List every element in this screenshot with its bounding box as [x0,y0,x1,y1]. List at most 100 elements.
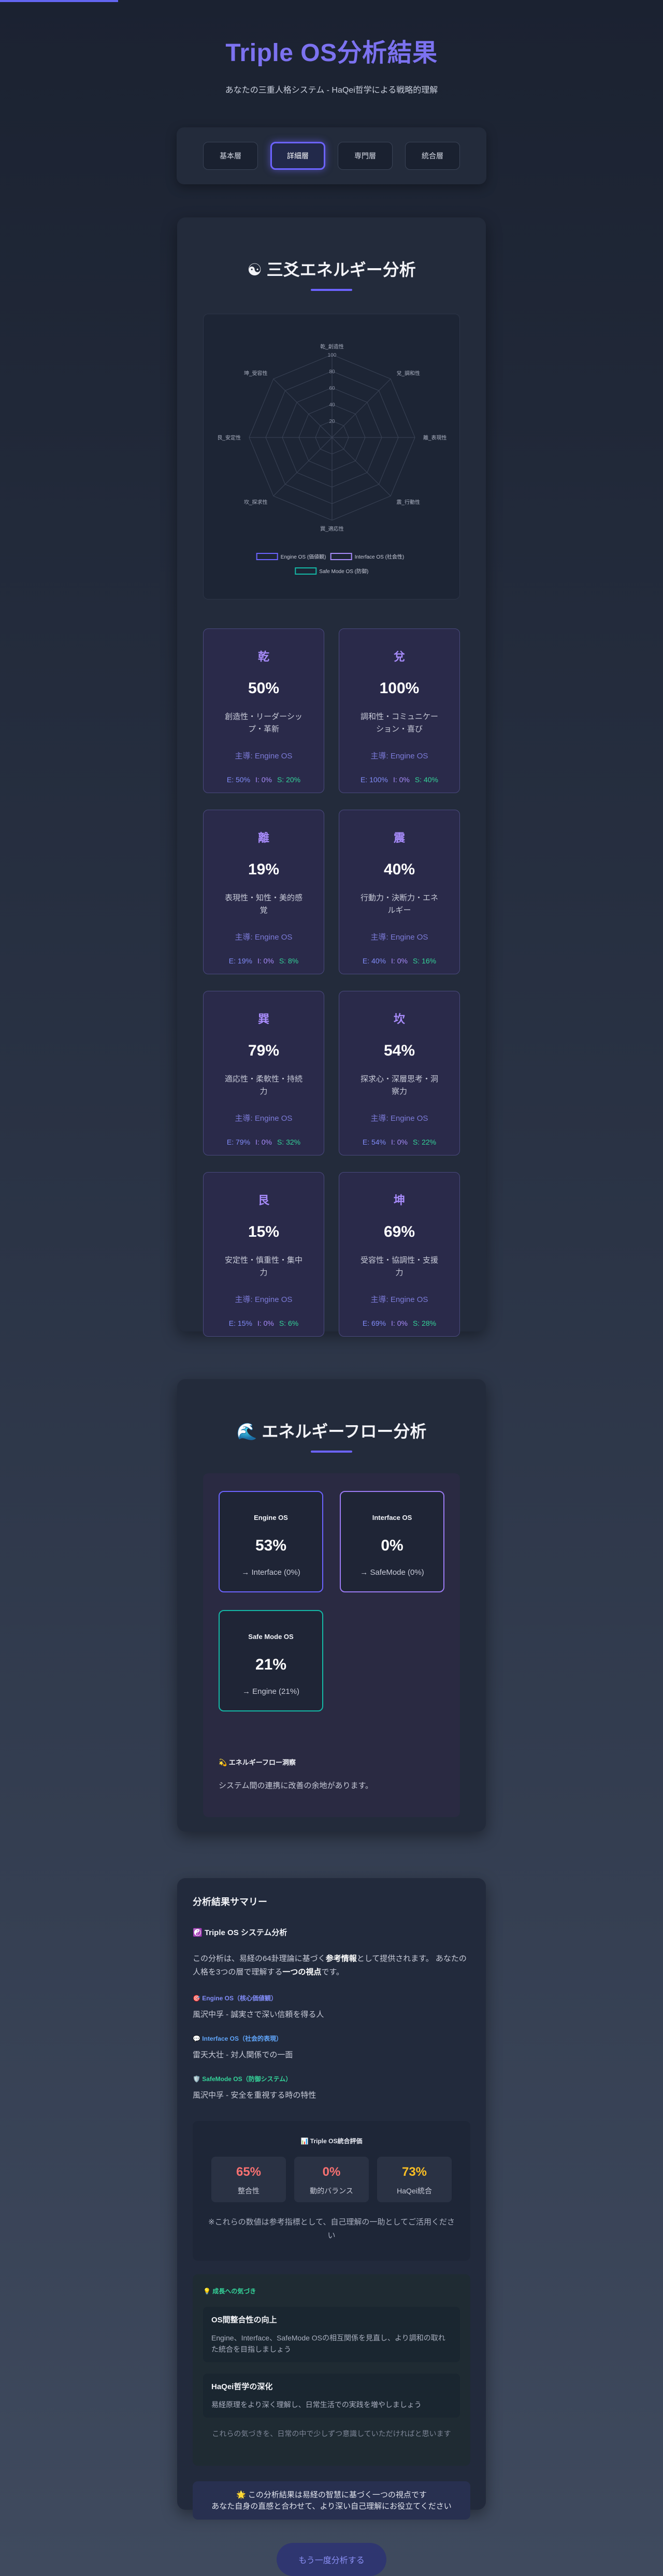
metrics-note: ※これらの数値は参考指標として、自己理解の一助としてご活用ください [208,2218,455,2240]
closing-line-1: 🌟 この分析結果は易経の智慧に基づく一つの視点です [236,2491,427,2499]
trigram-description: 表現性・知性・美的感覚 [224,894,302,915]
radar-tick-label: 60 [329,386,335,391]
trigram-card: 兌 100% 調和性・コミュニケーション・喜び 主導: Engine OS E: 100… [339,628,460,793]
metric-card: 73% HaQei統合 [377,2157,452,2202]
interface-share: I: 0% [255,775,272,784]
trigram-dominant-os: 主導: Engine OS [235,933,293,942]
radar-axis-label: 離_表現性 [423,434,447,441]
metrics-title: 📊 Triple OS統合評価 [300,2138,363,2145]
radar-axis-label: 乾_創造性 [320,343,344,350]
trigram-percent: 19% [248,861,280,878]
legend-label: Interface OS (社会性) [355,553,405,560]
metric-card: 0% 動的バランス [294,2157,369,2202]
growth-item-text: 易経原理をより深く理解し、日常生活での実践を増やしましょう [211,2401,422,2409]
trigram-description: 受容性・協調性・支援力 [360,1256,438,1277]
safemode-os-label: 🛡️ SafeMode OS（防御システム） [193,2075,292,2083]
trigram-name: 震 [393,831,405,844]
safemode-share: S: 22% [412,1138,437,1146]
radar-axis-label: 震_行動性 [396,499,420,505]
growth-item: HaQei哲学の深化 易経原理をより深く理解し、日常生活での実践を増やしましょう [203,2374,460,2418]
trigram-grid: 乾 50% 創造性・リーダーシップ・革新 主導: Engine OS E: 50% I: … [203,628,460,1337]
trigram-percent: 40% [383,861,415,878]
tab-integrated[interactable]: 統合層 [405,142,460,170]
trigram-name: 艮 [257,1194,269,1207]
trigram-breakdown: E: 19% I: 0% S: 8% [212,957,315,965]
legend-swatch [295,567,317,575]
metrics-row: 65% 整合性 0% 動的バランス 73% HaQei統合 [193,2157,470,2202]
flow-insight-text: システム間の連携に改善の余地があります。 [219,1781,373,1790]
trigram-card: 巽 79% 適応性・柔軟性・持続力 主導: Engine OS E: 79% I: 0% S… [203,991,324,1155]
growth-title: 💡 成長への気づき [203,2288,256,2295]
trigram-breakdown: E: 79% I: 0% S: 32% [212,1138,315,1146]
title-underline [311,1451,352,1453]
trigram-card: 坎 54% 探求心・深層思考・洞察力 主導: Engine OS E: 54% I: 0%… [339,991,460,1155]
wave-icon: 🌊 [236,1422,257,1441]
legend-swatch [330,553,352,560]
flow-label: Engine OS [254,1514,288,1521]
flow-percent: 0% [381,1537,403,1554]
radar-tick-label: 20 [329,419,335,425]
page-subtitle: あなたの三重人格システム - HaQei哲学による戦略的理解 [225,86,438,95]
engine-share: E: 100% [361,775,388,784]
trigram-card: 乾 50% 創造性・リーダーシップ・革新 主導: Engine OS E: 50% I: … [203,628,324,793]
trigram-dominant-os: 主導: Engine OS [235,752,293,760]
safemode-share: S: 8% [279,957,299,965]
engine-share: E: 40% [362,957,386,965]
page-header: Triple OS分析結果 あなたの三重人格システム - HaQei哲学による戦… [0,32,663,95]
radar-axis-label: 兌_調和性 [396,370,420,377]
metric-label: 整合性 [238,2187,260,2195]
summary-os-heading: ☯️ Triple OS システム分析 [193,1928,287,1937]
safemode-share: S: 40% [414,775,438,784]
trigram-description: 行動力・決断力・エネルギー [360,894,438,915]
trigram-card: 艮 15% 安定性・慎重性・集中力 主導: Engine OS E: 15% I: 0% S… [203,1172,324,1337]
summary-section: 分析結果サマリー ☯️ Triple OS システム分析 この分析は、易経の64… [177,1878,486,2520]
interface-share: I: 0% [255,1138,272,1146]
energy-title-text: 三爻エネルギー分析 [266,260,416,279]
title-underline [311,289,352,291]
engine-share: E: 79% [226,1138,251,1146]
engine-share: E: 50% [226,775,251,784]
trigram-description: 創造性・リーダーシップ・革新 [225,712,302,734]
trigram-percent: 100% [379,680,420,697]
flow-label: Safe Mode OS [248,1633,294,1641]
flow-title-text: エネルギーフロー分析 [262,1422,427,1441]
summary-title: 分析結果サマリー [193,1897,267,1907]
trigram-percent: 50% [248,680,280,697]
flow-grid: Engine OS 53% → Interface (0%) Interface… [219,1491,444,1711]
flow-target: → Interface (0%) [241,1568,300,1577]
flow-box-safemode: Safe Mode OS 21% → Engine (21%) [219,1610,323,1711]
trigram-name: 兌 [393,650,405,663]
radar-tick-label: 100 [328,353,337,358]
interface-share: I: 0% [391,1319,408,1327]
flow-percent: 21% [255,1656,287,1673]
growth-item-text: Engine、Interface、SafeMode OSの相互関係を見直し、より… [211,2334,445,2353]
growth-footnote: これらの気づきを、日常の中で少しずつ意識していただければと思います [212,2429,451,2438]
energy-section-title: ☯ 三爻エネルギー分析 [177,257,486,281]
metric-label: 動的バランス [310,2187,353,2195]
analyze-again-button[interactable]: もう一度分析する [277,2543,386,2576]
trigram-name: 坤 [393,1194,405,1207]
engine-os-text: 風沢中孚 - 誠実さで深い信頼を得る人 [193,2010,324,2019]
engine-share: E: 19% [228,957,252,965]
radar-tick-label: 40 [329,402,335,408]
flow-section-title: 🌊 エネルギーフロー分析 [177,1418,486,1442]
engine-os-label: 🎯 Engine OS（核心価値観） [193,1995,277,2002]
trigram-breakdown: E: 69% I: 0% S: 28% [348,1319,451,1327]
tab-expert[interactable]: 専門層 [338,142,393,170]
trigram-breakdown: E: 50% I: 0% S: 20% [212,775,315,784]
radar-tick-label: 80 [329,369,335,375]
metric-value: 73% [401,2165,427,2179]
tab-detail[interactable]: 詳細層 [270,142,325,170]
metric-label: HaQei統合 [397,2187,432,2195]
tab-basic[interactable]: 基本層 [203,142,258,170]
growth-item-title: HaQei哲学の深化 [211,2382,273,2391]
trigram-breakdown: E: 54% I: 0% S: 22% [348,1138,451,1146]
flow-percent: 53% [255,1537,287,1554]
layer-tabs: 基本層 詳細層 専門層 統合層 [177,127,486,184]
flow-box-engine: Engine OS 53% → Interface (0%) [219,1491,323,1592]
interface-share: I: 0% [391,1138,408,1146]
safemode-share: S: 32% [277,1138,301,1146]
trigram-breakdown: E: 40% I: 0% S: 16% [348,957,451,965]
trigram-breakdown: E: 100% I: 0% S: 40% [348,775,451,784]
flow-box-interface: Interface OS 0% → SafeMode (0%) [340,1491,444,1592]
